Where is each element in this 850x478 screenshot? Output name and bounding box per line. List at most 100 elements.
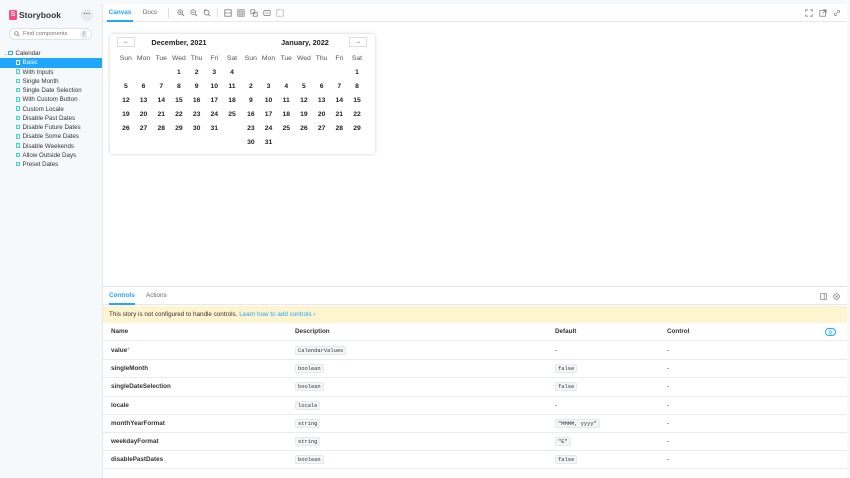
day-cell[interactable]: 13	[313, 94, 331, 108]
day-cell[interactable]: 14	[152, 94, 170, 108]
day-cell[interactable]: 20	[135, 108, 153, 122]
open-new-tab-icon[interactable]	[819, 9, 827, 17]
day-cell[interactable]: 4	[277, 80, 295, 94]
day-cell[interactable]: 3	[260, 80, 278, 94]
tab-controls[interactable]: Controls	[109, 287, 135, 305]
day-cell[interactable]: 30	[242, 136, 260, 150]
day-cell[interactable]: 8	[170, 80, 188, 94]
day-cell[interactable]: 18	[223, 94, 241, 108]
day-cell[interactable]: 25	[277, 122, 295, 136]
day-cell[interactable]: 21	[330, 108, 348, 122]
storybook-logo[interactable]: S Storybook	[9, 9, 61, 21]
background-icon[interactable]	[224, 9, 232, 17]
day-cell[interactable]: 28	[330, 122, 348, 136]
day-cell[interactable]: 27	[313, 122, 331, 136]
ellipsis-icon[interactable]: ···	[81, 9, 93, 21]
day-cell[interactable]: 22	[348, 108, 366, 122]
day-cell[interactable]: 11	[277, 94, 295, 108]
learn-controls-link[interactable]: Learn how to add controls ›	[239, 311, 315, 318]
panel-toggle-icon[interactable]	[820, 293, 827, 300]
copy-link-icon[interactable]	[833, 9, 841, 17]
day-cell[interactable]: 24	[205, 108, 223, 122]
day-cell[interactable]: 19	[295, 108, 313, 122]
day-cell[interactable]: 28	[152, 122, 170, 136]
zoom-reset-icon[interactable]	[203, 9, 211, 17]
day-cell[interactable]: 25	[223, 108, 241, 122]
day-cell[interactable]: 7	[330, 80, 348, 94]
day-cell[interactable]: 22	[170, 108, 188, 122]
sidebar-item-disable-weekends[interactable]: Disable Weekends	[0, 142, 102, 151]
day-cell[interactable]: 30	[188, 122, 206, 136]
day-cell[interactable]: 3	[205, 66, 223, 80]
day-cell[interactable]: 27	[135, 122, 153, 136]
sidebar-item-disable-future-dates[interactable]: Disable Future Dates	[0, 123, 102, 132]
sidebar-item-preset-dates[interactable]: Preset Dates	[0, 160, 102, 169]
day-cell[interactable]: 23	[242, 122, 260, 136]
sidebar-item-with-inputs[interactable]: With Inputs	[0, 68, 102, 77]
day-cell[interactable]: 18	[277, 108, 295, 122]
outline-icon[interactable]	[263, 9, 271, 17]
zoom-out-icon[interactable]	[190, 9, 198, 17]
day-cell[interactable]: 12	[295, 94, 313, 108]
day-cell[interactable]: 1	[170, 66, 188, 80]
day-cell[interactable]: 15	[170, 94, 188, 108]
reset-controls-button[interactable]	[825, 328, 836, 336]
day-cell[interactable]: 10	[205, 80, 223, 94]
story-icon	[16, 134, 20, 139]
day-cell[interactable]: 6	[313, 80, 331, 94]
day-cell[interactable]: 10	[260, 94, 278, 108]
day-cell[interactable]: 16	[188, 94, 206, 108]
day-cell[interactable]: 26	[117, 122, 135, 136]
day-cell[interactable]: 11	[223, 80, 241, 94]
viewport-icon[interactable]	[276, 9, 284, 17]
sidebar-item-single-date-selection[interactable]: Single Date Selection	[0, 86, 102, 95]
zoom-in-icon[interactable]	[177, 9, 185, 17]
day-cell[interactable]: 31	[205, 122, 223, 136]
day-cell[interactable]: 4	[223, 66, 241, 80]
close-icon[interactable]	[833, 293, 840, 300]
day-cell[interactable]: 17	[205, 94, 223, 108]
day-cell[interactable]: 12	[117, 94, 135, 108]
sidebar-item-disable-some-dates[interactable]: Disable Some Dates	[0, 132, 102, 141]
sidebar-item-with-custom-button[interactable]: With Custom Button	[0, 95, 102, 104]
tab-canvas[interactable]: Canvas	[107, 4, 133, 22]
day-cell[interactable]: 26	[295, 122, 313, 136]
day-cell[interactable]: 14	[330, 94, 348, 108]
day-cell[interactable]: 21	[152, 108, 170, 122]
day-cell[interactable]: 6	[135, 80, 153, 94]
day-cell[interactable]: 2	[188, 66, 206, 80]
sidebar-item-basic[interactable]: Basic	[0, 58, 102, 68]
fullscreen-icon[interactable]	[805, 9, 813, 17]
grid-icon[interactable]	[237, 9, 245, 17]
day-cell[interactable]: 16	[242, 108, 260, 122]
day-cell[interactable]: 13	[135, 94, 153, 108]
day-cell[interactable]: 7	[152, 80, 170, 94]
search-input[interactable]: Find components /	[9, 28, 92, 40]
day-cell[interactable]: 23	[188, 108, 206, 122]
day-cell[interactable]: 24	[260, 122, 278, 136]
day-cell[interactable]: 5	[117, 80, 135, 94]
day-cell[interactable]: 2	[242, 80, 260, 94]
measure-icon[interactable]	[250, 9, 258, 17]
day-cell[interactable]: 9	[188, 80, 206, 94]
next-month-button[interactable]: →	[349, 37, 367, 47]
sidebar-item-single-month[interactable]: Single Month	[0, 77, 102, 86]
day-cell[interactable]: 15	[348, 94, 366, 108]
day-cell[interactable]: 8	[348, 80, 366, 94]
prev-month-button[interactable]: ←	[117, 37, 135, 47]
sidebar-item-allow-outside-days[interactable]: Allow Outside Days	[0, 151, 102, 160]
sidebar-group-calendar[interactable]: ⌄ Calendar	[0, 49, 102, 58]
day-cell[interactable]: 31	[260, 136, 278, 150]
sidebar-item-disable-past-dates[interactable]: Disable Past Dates	[0, 114, 102, 123]
day-cell[interactable]: 9	[242, 94, 260, 108]
day-cell[interactable]: 5	[295, 80, 313, 94]
day-cell[interactable]: 29	[348, 122, 366, 136]
tab-actions[interactable]: Actions	[146, 287, 167, 305]
tab-docs[interactable]: Docs	[139, 4, 161, 22]
day-cell[interactable]: 17	[260, 108, 278, 122]
day-cell[interactable]: 19	[117, 108, 135, 122]
sidebar-item-custom-locale[interactable]: Custom Locale	[0, 105, 102, 114]
day-cell[interactable]: 1	[348, 66, 366, 80]
day-cell[interactable]: 29	[170, 122, 188, 136]
day-cell[interactable]: 20	[313, 108, 331, 122]
